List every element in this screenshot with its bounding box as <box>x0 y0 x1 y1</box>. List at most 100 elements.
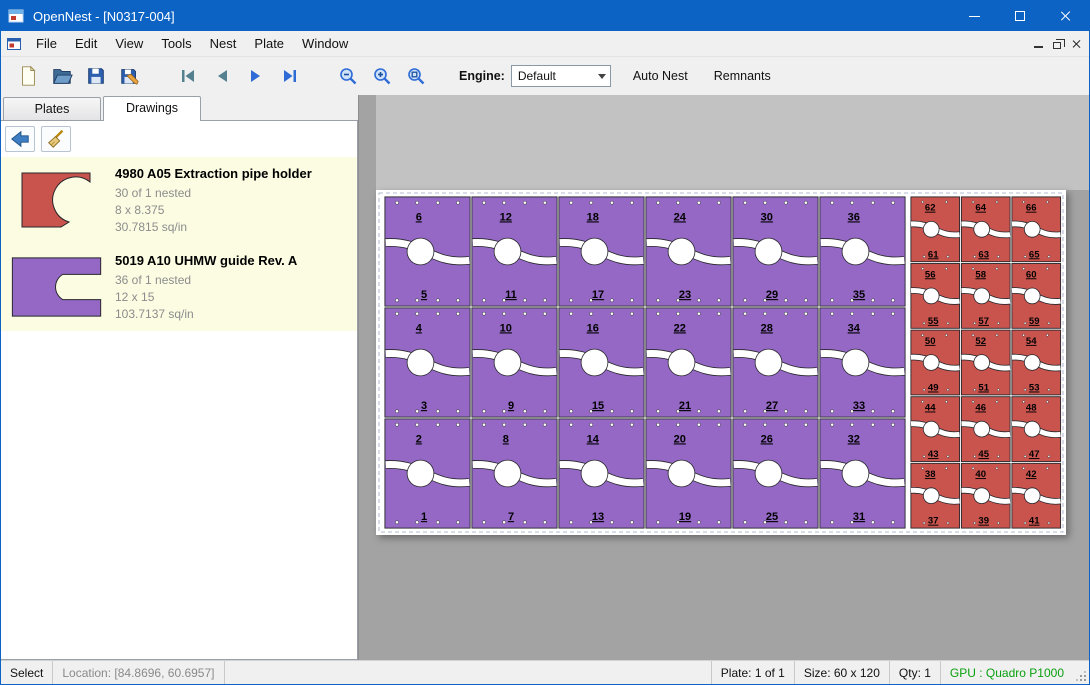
nested-part-cell[interactable]: 65 <box>385 197 470 306</box>
nested-part-cell[interactable]: 4241 <box>1012 463 1061 528</box>
nested-part-cell[interactable]: 1817 <box>559 197 644 306</box>
menu-tools[interactable]: Tools <box>152 32 200 55</box>
nested-part-cell[interactable]: 6463 <box>961 197 1010 262</box>
drawing-info: 4980 A05 Extraction pipe holder 30 of 1 … <box>115 164 312 236</box>
resize-grip[interactable] <box>1073 661 1089 684</box>
nested-part-cell[interactable]: 44 43 <box>911 397 960 462</box>
auto-nest-button[interactable]: Auto Nest <box>629 65 692 87</box>
svg-text:27: 27 <box>766 400 778 412</box>
svg-text:11: 11 <box>505 289 517 301</box>
nested-part-cell[interactable]: 5251 <box>961 330 1010 395</box>
nested-part-cell[interactable]: 5655 <box>911 264 960 329</box>
nested-parts-drawing[interactable]: 6512111817242330293635431091615222128273… <box>376 190 1066 535</box>
nested-part-cell[interactable]: 2423 <box>646 197 731 306</box>
tab-drawings[interactable]: Drawings <box>103 96 201 121</box>
mdi-minimize-button[interactable] <box>1034 39 1043 48</box>
status-gpu: GPU : Quadro P1000 <box>940 661 1073 684</box>
nested-part-cell[interactable]: 3635 <box>820 197 905 306</box>
nested-part-cell[interactable]: 3231 <box>820 419 905 528</box>
svg-text:6: 6 <box>416 211 422 223</box>
drawing-item-1[interactable]: 4980 A05 Extraction pipe holder 30 of 1 … <box>1 157 357 244</box>
maximize-button[interactable] <box>997 1 1043 31</box>
mdi-close-button[interactable] <box>1071 39 1081 49</box>
nested-part-cell[interactable]: 1211 <box>472 197 557 306</box>
nested-part-cell[interactable]: 2827 <box>733 308 818 417</box>
svg-text:48: 48 <box>1026 403 1037 414</box>
nested-part-cell[interactable]: 6261 <box>911 197 960 262</box>
svg-text:44: 44 <box>925 403 936 414</box>
svg-text:35: 35 <box>853 289 865 301</box>
nesting-canvas[interactable]: 6512111817242330293635431091615222128273… <box>358 95 1089 660</box>
drawings-toolbar <box>1 121 357 157</box>
zoom-in-button[interactable] <box>365 61 399 91</box>
nested-part-cell[interactable]: 5049 <box>911 330 960 395</box>
nested-part-cell[interactable]: 87 <box>472 419 557 528</box>
nested-part-cell[interactable]: 4645 <box>961 397 1010 462</box>
next-plate-button[interactable] <box>239 61 273 91</box>
menu-edit[interactable]: Edit <box>66 32 106 55</box>
svg-text:23: 23 <box>679 289 691 301</box>
previous-plate-button[interactable] <box>205 61 239 91</box>
zoom-fit-icon <box>406 66 426 86</box>
nested-part-cell[interactable]: 6665 <box>1012 197 1061 262</box>
mdi-restore-button[interactable] <box>1053 39 1061 49</box>
minimize-button[interactable] <box>951 1 997 31</box>
zoom-fit-button[interactable] <box>399 61 433 91</box>
tab-plates[interactable]: Plates <box>3 97 101 120</box>
nested-part-cell[interactable]: 4847 <box>1012 397 1061 462</box>
nested-part-cell[interactable]: 43 <box>385 308 470 417</box>
nested-part-cell[interactable]: 21 <box>385 419 470 528</box>
svg-text:25: 25 <box>766 511 778 523</box>
nested-part-cell[interactable]: 6059 <box>1012 264 1061 329</box>
nested-part-cell[interactable]: 3029 <box>733 197 818 306</box>
svg-text:63: 63 <box>978 249 989 260</box>
drawing-size: 8 x 8.375 <box>115 202 312 219</box>
menu-plate[interactable]: Plate <box>245 32 293 55</box>
import-drawing-button[interactable] <box>5 126 35 152</box>
nested-part-cell[interactable]: 5453 <box>1012 330 1061 395</box>
clear-drawings-button[interactable] <box>41 126 71 152</box>
status-plate: Plate: 1 of 1 <box>711 661 794 684</box>
engine-select[interactable]: Default <box>511 65 611 87</box>
nested-part-cell[interactable]: 3433 <box>820 308 905 417</box>
zoom-out-button[interactable] <box>331 61 365 91</box>
svg-text:50: 50 <box>925 336 936 347</box>
nesting-plate[interactable]: 6512111817242330293635431091615222128273… <box>376 190 1066 535</box>
app-window-icon <box>8 8 24 24</box>
nested-part-cell[interactable]: 109 <box>472 308 557 417</box>
nested-part-cell[interactable]: 4039 <box>961 463 1010 528</box>
window-title: OpenNest - [N0317-004] <box>33 9 951 24</box>
remnants-button[interactable]: Remnants <box>710 65 775 87</box>
mdi-minimize-icon <box>1034 46 1043 48</box>
svg-text:43: 43 <box>928 449 939 460</box>
nested-part-cell[interactable]: 2221 <box>646 308 731 417</box>
nested-part-cell[interactable]: 1615 <box>559 308 644 417</box>
menu-file[interactable]: File <box>27 32 66 55</box>
drawing-item-2[interactable]: 5019 A10 UHMW guide Rev. A 36 of 1 neste… <box>1 244 357 331</box>
menu-nest[interactable]: Nest <box>201 32 246 55</box>
svg-text:60: 60 <box>1026 269 1037 280</box>
document-icon[interactable] <box>1 37 27 51</box>
menu-view[interactable]: View <box>106 32 152 55</box>
open-button[interactable] <box>45 61 79 91</box>
save-button[interactable] <box>79 61 113 91</box>
nested-part-cell[interactable]: 2019 <box>646 419 731 528</box>
svg-text:5: 5 <box>421 289 427 301</box>
first-plate-button[interactable] <box>171 61 205 91</box>
svg-text:3: 3 <box>421 400 427 412</box>
new-button[interactable] <box>11 61 45 91</box>
last-plate-button[interactable] <box>273 61 307 91</box>
nested-part-cell[interactable]: 1413 <box>559 419 644 528</box>
nested-part-cell[interactable]: 5857 <box>961 264 1010 329</box>
drawing-thumbnail-red <box>7 164 107 236</box>
save-as-button[interactable] <box>113 61 147 91</box>
drawing-info: 5019 A10 UHMW guide Rev. A 36 of 1 neste… <box>115 251 297 323</box>
close-button[interactable] <box>1043 1 1089 31</box>
side-panel: Plates Drawings <box>1 95 358 660</box>
previous-arrow-icon <box>213 67 231 85</box>
nested-part-cell[interactable]: 3837 <box>911 463 960 528</box>
menu-window[interactable]: Window <box>293 32 357 55</box>
nested-part-cell[interactable]: 2625 <box>733 419 818 528</box>
svg-text:41: 41 <box>1029 516 1040 527</box>
engine-dropdown-arrow[interactable] <box>594 74 610 79</box>
